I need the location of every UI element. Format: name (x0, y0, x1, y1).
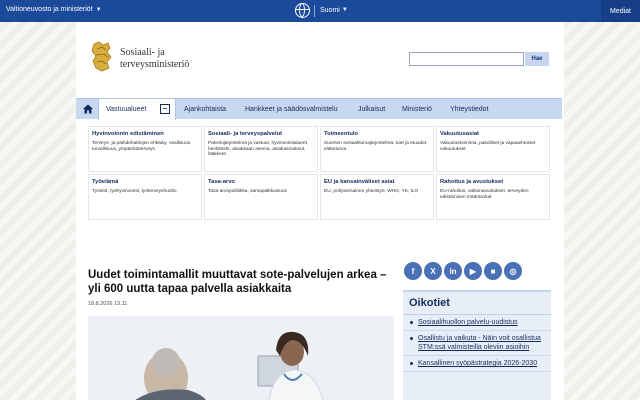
mega-item-desc: Suomen sosiaaliturvajärjestelmä, tuet ja… (324, 140, 428, 152)
main-content: Uudet toimintamallit muuttavat sote-palv… (76, 232, 564, 400)
ministry-name: Sosiaali- ja terveysministeriö (120, 47, 189, 71)
mega-item-title: Työelämä (92, 179, 119, 185)
collapse-toggle[interactable]: – (160, 104, 170, 114)
search-input[interactable] (409, 52, 524, 66)
mega-item-title: Tasa-arvo (208, 179, 235, 185)
caret-down-icon: ▼ (341, 7, 348, 13)
page-container: Sosiaali- ja terveysministeriö Hae Vastu… (76, 22, 564, 400)
home-icon[interactable] (82, 103, 94, 115)
shortcuts-title: Oikotiet (403, 292, 551, 315)
mega-item-title: Rahoitus ja avustukset (440, 179, 504, 185)
nav-item-yhteystiedot[interactable]: Yhteystiedot (450, 106, 489, 113)
x-twitter-icon[interactable]: X (424, 262, 442, 280)
instagram-icon[interactable]: ◎ (504, 262, 522, 280)
mega-item-rahoitus[interactable]: Rahoitus ja avustukset EU-rahoitus, valt… (436, 174, 550, 220)
main-navigation: Vastuualueet – Ajankohtaista Hankkeet ja… (76, 98, 562, 120)
shortcut-link[interactable]: Kansallinen syöpästrategia 2026-2030 (418, 360, 537, 367)
nav-item-hankkeet[interactable]: Hankkeet ja säädösvalmistelu (245, 106, 338, 113)
mega-item-desc: Työolot, työhyvinvointi, työterveyshuolt… (92, 188, 177, 194)
facebook-icon[interactable]: f (404, 262, 422, 280)
ministry-name-line2: terveysministeriö (120, 59, 190, 70)
linkedin-icon[interactable]: in (444, 262, 462, 280)
shortcuts-panel: Oikotiet Sosiaalihuollon palvelu-uudistu… (403, 290, 551, 400)
mega-item-desc: Vakuutustoiminta, pakolliset ja vapaaeht… (440, 140, 536, 152)
mega-item-desc: EU, pohjoismainen yhteistyö, WHO, YK, IL… (324, 188, 419, 194)
list-item: Sosiaalihuollon palvelu-uudistus (403, 315, 551, 331)
top-bar: Valtioneuvosto ja ministeriöt ▼ Suomi ▼ … (0, 0, 640, 22)
mega-item-hyvinvointi[interactable]: Hyvinvoinnin edistäminen Terveys- ja päi… (88, 126, 202, 172)
mega-item-eu[interactable]: EU ja kansainväliset asiat EU, pohjoisma… (320, 174, 434, 220)
nav-item-ministerio[interactable]: Ministeriö (402, 106, 432, 113)
mega-item-title: Toimeentulo (324, 131, 359, 137)
caret-down-icon: ▼ (95, 6, 102, 13)
youtube-icon[interactable]: ▶ (464, 262, 482, 280)
lion-crest-icon (90, 40, 114, 74)
shortcut-link[interactable]: Sosiaalihuollon palvelu-uudistus (418, 319, 518, 326)
mega-item-desc: Tasa-arvopolitiikka, samapalkkaisuus (208, 188, 287, 194)
search-button[interactable]: Hae (525, 52, 549, 66)
shortcuts-list: Sosiaalihuollon palvelu-uudistus Osallis… (403, 315, 551, 372)
divider (314, 5, 315, 17)
article-date: 18.8.2026 13.11 (88, 301, 128, 307)
article-headline[interactable]: Uudet toimintamallit muuttavat sote-palv… (88, 268, 398, 296)
mega-item-title: Sosiaali- ja terveyspalvelut (208, 131, 283, 137)
mega-item-desc: Palvelujärjestelmä ja vastuut, hyvinvoin… (208, 140, 309, 158)
ministry-name-line1: Sosiaali- ja (120, 47, 165, 58)
language-label: Suomi (320, 7, 340, 14)
nav-item-ajankohtaista[interactable]: Ajankohtaista (184, 106, 226, 113)
list-item: Kansallinen syöpästrategia 2026-2030 (403, 356, 551, 372)
gov-menu-label: Valtioneuvosto ja ministeriöt (6, 6, 93, 13)
mega-menu: Hyvinvoinnin edistäminen Terveys- ja päi… (88, 126, 554, 222)
mega-item-desc: Terveys- ja päihdehaittojen ehkäisy, osa… (92, 140, 192, 152)
nav-item-vastuualueet[interactable]: Vastuualueet (106, 106, 146, 113)
nav-item-julkaisut[interactable]: Julkaisut (358, 106, 385, 113)
list-item: Osallistu ja vaikuta - Näin voit osallis… (403, 331, 551, 356)
gov-menu-link[interactable]: Valtioneuvosto ja ministeriöt ▼ (6, 6, 102, 13)
article-hero-image[interactable] (88, 316, 394, 400)
mega-item-vakuutus[interactable]: Vakuutusasiat Vakuutustoiminta, pakollis… (436, 126, 550, 172)
language-selector[interactable]: Suomi ▼ (320, 7, 348, 14)
globe-icon[interactable] (295, 3, 310, 18)
flickr-icon[interactable]: ■ (484, 262, 502, 280)
mega-item-tyoelama[interactable]: Työelämä Työolot, työhyvinvointi, työter… (88, 174, 202, 220)
site-logo[interactable]: Sosiaali- ja terveysministeriö (90, 40, 189, 74)
mega-item-title: Vakuutusasiat (440, 131, 479, 137)
media-link[interactable]: Mediat (600, 0, 640, 22)
social-links: f X in ▶ ■ ◎ (404, 262, 522, 280)
mega-item-title: EU ja kansainväliset asiat (324, 179, 395, 185)
mega-item-title: Hyvinvoinnin edistäminen (92, 131, 164, 137)
mega-item-toimeentulo[interactable]: Toimeentulo Suomen sosiaaliturvajärjeste… (320, 126, 434, 172)
shortcut-link[interactable]: Osallistu ja vaikuta - Näin voit osallis… (418, 335, 541, 351)
mega-item-desc: EU-rahoitus, valtionavustukset, terveyde… (440, 188, 529, 200)
mega-item-sote[interactable]: Sosiaali- ja terveyspalvelut Palvelujärj… (204, 126, 318, 172)
mega-item-tasa-arvo[interactable]: Tasa-arvo Tasa-arvopolitiikka, samapalkk… (204, 174, 318, 220)
